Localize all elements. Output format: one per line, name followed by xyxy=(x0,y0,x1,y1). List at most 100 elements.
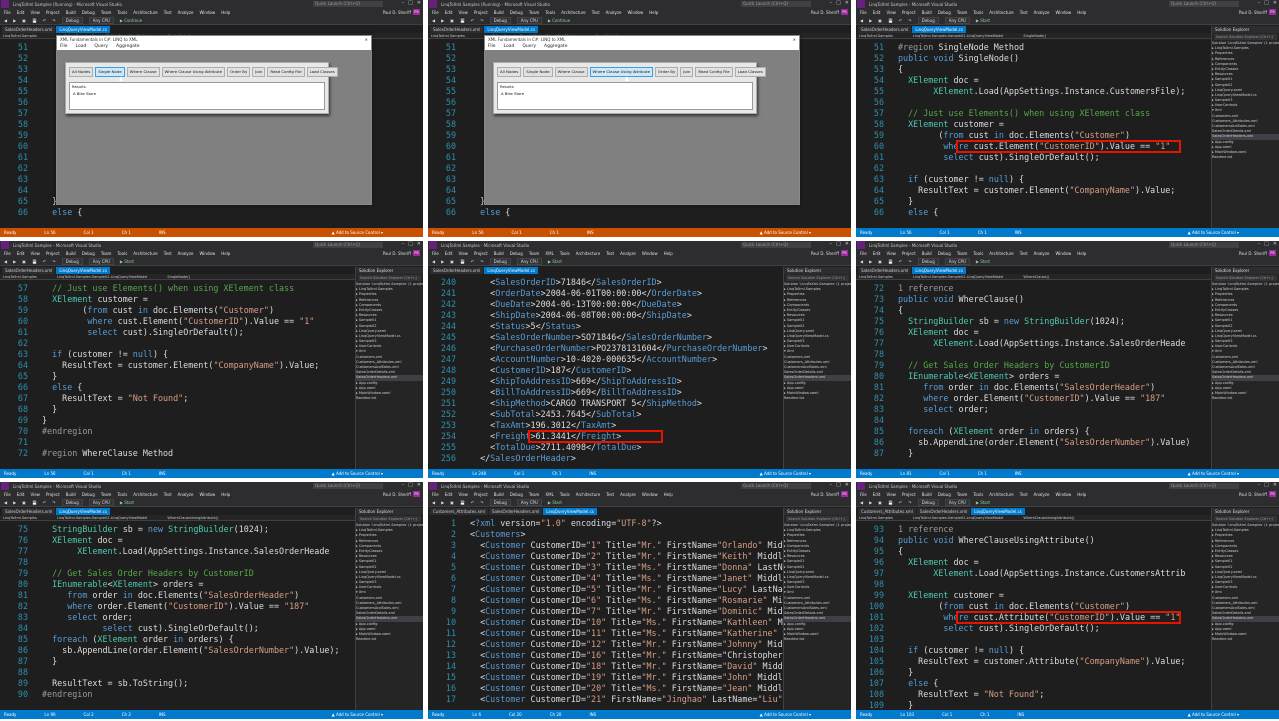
save-icon[interactable]: 💾 xyxy=(888,259,893,264)
menu-item-tools[interactable]: Tools xyxy=(560,251,570,256)
minimize-button[interactable]: – xyxy=(1258,241,1261,247)
code-editor[interactable]: 1 <?xml version="1.0" encoding="UTF-8"?> 2… xyxy=(428,516,783,710)
quick-launch-input[interactable]: Quick Launch (Ctrl+Q) xyxy=(1169,242,1239,248)
menu-item-team[interactable]: Team xyxy=(529,251,540,256)
menu-item-file[interactable]: File xyxy=(4,251,11,256)
solution-item[interactable]: Readme.txt xyxy=(784,637,851,642)
start-button[interactable]: ▶ Continue xyxy=(120,18,142,23)
minimize-button[interactable]: – xyxy=(830,482,833,488)
user-badge[interactable]: Paul D. Sheriff PS xyxy=(811,9,848,15)
new-icon[interactable]: ▣ xyxy=(450,500,454,505)
quick-launch-input[interactable]: Quick Launch (Ctrl+Q) xyxy=(1169,1,1239,7)
config-dropdown[interactable]: Debug xyxy=(917,16,939,24)
code-editor[interactable]: 51 #region SingleNode Method 52 public void… xyxy=(856,40,1211,228)
app-button-where-clause[interactable]: Where Clause xyxy=(554,67,588,77)
tab-1[interactable]: SalesOrderHeaders.xml xyxy=(916,508,971,515)
menu-item-team[interactable]: Team xyxy=(957,492,968,497)
menu-item-build[interactable]: Build xyxy=(922,251,932,256)
menu-item-file[interactable]: File xyxy=(860,251,867,256)
platform-dropdown[interactable]: Any CPU xyxy=(516,498,542,506)
code-editor[interactable]: 240 <SalesOrderID>71846</SalesOrderID> 24… xyxy=(428,275,783,469)
menu-item-window[interactable]: Window xyxy=(642,492,658,497)
menu-item-test[interactable]: Test xyxy=(606,251,614,256)
menu-item-help[interactable]: Help xyxy=(664,251,673,256)
forward-icon[interactable]: ▶ xyxy=(869,500,872,505)
undo-icon[interactable]: ↶ xyxy=(899,18,902,23)
menu-item-project[interactable]: Project xyxy=(902,251,916,256)
menu-item-tools[interactable]: Tools xyxy=(973,251,983,256)
menu-item-team[interactable]: Team xyxy=(101,251,112,256)
back-icon[interactable]: ◀ xyxy=(4,18,7,23)
back-icon[interactable]: ◀ xyxy=(860,500,863,505)
new-icon[interactable]: ▣ xyxy=(22,259,26,264)
undo-icon[interactable]: ↶ xyxy=(471,259,474,264)
menu-item-analyze[interactable]: Analyze xyxy=(1034,251,1050,256)
menu-item-tools[interactable]: Tools xyxy=(973,492,983,497)
new-icon[interactable]: ▣ xyxy=(878,500,882,505)
forward-icon[interactable]: ▶ xyxy=(13,259,16,264)
tab-0[interactable]: SalesOrderHeaders.xml xyxy=(2,26,56,33)
menu-item-help[interactable]: Help xyxy=(1077,492,1086,497)
menu-item-edit[interactable]: Edit xyxy=(445,10,453,15)
menu-item-window[interactable]: Window xyxy=(1055,251,1071,256)
add-to-source-control[interactable]: ▲ Add to Source Control ▾ xyxy=(1188,230,1239,235)
app-button-order-by[interactable]: Order By xyxy=(655,67,679,77)
menu-item-debug[interactable]: Debug xyxy=(938,251,951,256)
menu-item-window[interactable]: Window xyxy=(199,10,215,15)
menu-item-analyze[interactable]: Analyze xyxy=(1034,492,1050,497)
app-button-join[interactable]: Join xyxy=(680,67,694,77)
menu-item-analyze[interactable]: Analyze xyxy=(606,10,622,15)
quick-launch-input[interactable]: Quick Launch (Ctrl+Q) xyxy=(741,483,811,489)
undo-icon[interactable]: ↶ xyxy=(899,500,902,505)
redo-icon[interactable]: ↷ xyxy=(52,500,55,505)
nav-dropdown-0[interactable]: LinqToXml.Samples xyxy=(859,274,893,279)
user-badge[interactable]: Paul D. Sheriff PS xyxy=(1239,9,1276,15)
close-button[interactable]: ✕ xyxy=(845,0,849,6)
menu-item-file[interactable]: File xyxy=(432,251,439,256)
platform-dropdown[interactable]: Any CPU xyxy=(516,257,542,265)
menu-item-analyze[interactable]: Analyze xyxy=(620,251,636,256)
minimize-button[interactable]: – xyxy=(830,0,833,6)
tab-0[interactable]: SalesOrderHeaders.xml xyxy=(2,267,56,274)
back-icon[interactable]: ◀ xyxy=(432,500,435,505)
redo-icon[interactable]: ↷ xyxy=(908,500,911,505)
menu-item-edit[interactable]: Edit xyxy=(445,251,453,256)
platform-dropdown[interactable]: Any CPU xyxy=(516,16,542,24)
tab-1[interactable]: LinqQueryViewModel.cs xyxy=(484,26,538,33)
app-button-where-clause[interactable]: Where Clause xyxy=(126,67,160,77)
nav-dropdown-1[interactable]: LinqToXml.Samples.Sample02.LinqQueryView… xyxy=(57,515,148,520)
quick-launch-input[interactable]: Quick Launch (Ctrl+Q) xyxy=(741,1,811,7)
platform-dropdown[interactable]: Any CPU xyxy=(944,16,970,24)
menu-item-architecture[interactable]: Architecture xyxy=(989,492,1014,497)
forward-icon[interactable]: ▶ xyxy=(441,259,444,264)
menu-item-edit[interactable]: Edit xyxy=(445,492,453,497)
menu-item-team[interactable]: Team xyxy=(957,251,968,256)
forward-icon[interactable]: ▶ xyxy=(13,18,16,23)
menu-item-team[interactable]: Team xyxy=(529,492,540,497)
start-button[interactable]: ▶ Start xyxy=(120,500,134,505)
config-dropdown[interactable]: Debug xyxy=(489,498,511,506)
menu-item-build[interactable]: Build xyxy=(922,492,932,497)
menu-item-debug[interactable]: Debug xyxy=(510,10,523,15)
maximize-button[interactable]: □ xyxy=(1264,241,1269,247)
tab-2[interactable]: LinqQueryViewModel.cs xyxy=(543,508,597,515)
add-to-source-control[interactable]: ▲ Add to Source Control ▾ xyxy=(1188,712,1239,717)
config-dropdown[interactable]: Debug xyxy=(61,498,83,506)
code-editor[interactable]: 57 // Just use Elements() when using XEl… xyxy=(0,281,355,469)
maximize-button[interactable]: □ xyxy=(408,0,413,6)
nav-dropdown-0[interactable]: LinqToXml.Samples xyxy=(859,515,893,520)
menu-item-file[interactable]: File xyxy=(4,492,11,497)
close-button[interactable]: ✕ xyxy=(845,241,849,247)
redo-icon[interactable]: ↷ xyxy=(52,18,55,23)
user-badge[interactable]: Paul D. Sheriff PS xyxy=(1239,491,1276,497)
menu-item-help[interactable]: Help xyxy=(221,492,230,497)
save-icon[interactable]: 💾 xyxy=(460,259,465,264)
menu-item-help[interactable]: Help xyxy=(1077,251,1086,256)
tab-0[interactable]: SalesOrderHeaders.xml xyxy=(858,26,912,33)
redo-icon[interactable]: ↷ xyxy=(480,259,483,264)
menu-item-tools[interactable]: Tools xyxy=(545,10,555,15)
save-icon[interactable]: 💾 xyxy=(888,500,893,505)
save-icon[interactable]: 💾 xyxy=(32,500,37,505)
menu-item-edit[interactable]: Edit xyxy=(17,251,25,256)
solution-explorer-search[interactable]: Search Solution Explorer (Ctrl+;) xyxy=(358,275,421,281)
